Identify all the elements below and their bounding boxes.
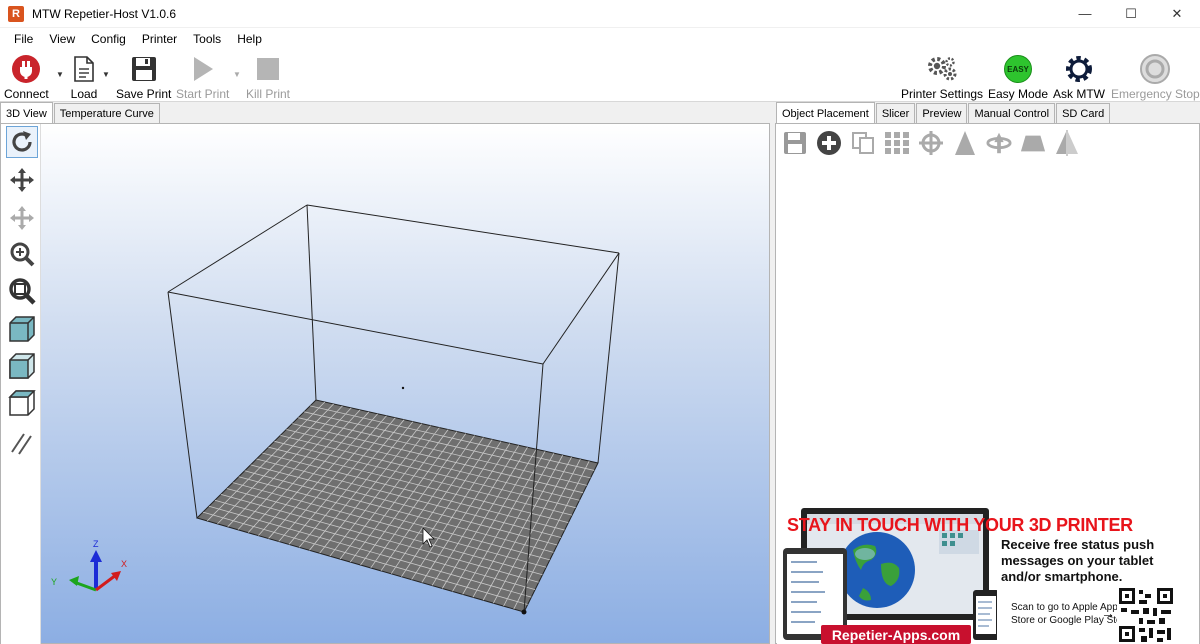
axis-z-label: Z (93, 539, 99, 549)
tab-sd-card[interactable]: SD Card (1056, 103, 1111, 124)
tab-preview[interactable]: Preview (916, 103, 968, 124)
move-icon[interactable] (6, 164, 38, 196)
3d-viewport[interactable]: Y X Z (41, 124, 769, 643)
stop-icon (252, 54, 284, 84)
floppy-disk-icon (128, 54, 160, 84)
axis-y-label: Y (51, 577, 57, 587)
view-top-icon[interactable] (6, 387, 38, 419)
tab-temperature-curve[interactable]: Temperature Curve (53, 103, 160, 124)
zoom-icon[interactable] (6, 238, 38, 270)
menu-view[interactable]: View (41, 32, 83, 46)
load-button[interactable]: Load (68, 54, 100, 101)
ad-headline: STAY IN TOUCH WITH YOUR 3D PRINTER (787, 515, 1133, 535)
app-icon: R (8, 5, 24, 22)
title-bar: R MTW Repetier-Host V1.0.6 — ☐ ✕ (0, 0, 1200, 27)
mirror-object-icon[interactable] (1054, 130, 1080, 156)
print-volume-scene: Y X Z (51, 204, 620, 615)
repetier-apps-ad[interactable]: STAY IN TOUCH WITH YOUR 3D PRINTER Recei… (777, 504, 1199, 644)
tab-object-placement[interactable]: Object Placement (776, 102, 875, 124)
start-print-dropdown-icon[interactable]: ▼ (233, 70, 241, 79)
scale-object-icon[interactable] (952, 130, 978, 156)
object-toolbar (776, 124, 1199, 162)
autoposition-grid-icon[interactable] (884, 130, 910, 156)
add-object-icon[interactable] (816, 130, 842, 156)
center-object-icon[interactable] (918, 130, 944, 156)
view-tools (1, 124, 41, 644)
axis-x-label: X (121, 559, 127, 569)
arrow-right-icon: → (1101, 605, 1115, 621)
menu-help[interactable]: Help (229, 32, 270, 46)
parallel-projection-icon[interactable] (6, 427, 38, 459)
main-toolbar: Connect ▼ Load ▼ Save Print Start Print … (0, 50, 1200, 102)
play-icon (187, 54, 219, 84)
rotate-icon[interactable] (6, 126, 38, 158)
menu-tools[interactable]: Tools (185, 32, 229, 46)
qr-code-icon (1117, 586, 1175, 644)
emergency-stop-button[interactable]: Emergency Stop (1111, 54, 1200, 101)
minimize-button[interactable]: — (1062, 0, 1108, 27)
3d-view-panel: Y X Z (0, 123, 770, 644)
emergency-stop-icon (1139, 54, 1171, 84)
gears-icon (926, 54, 958, 84)
window-title: MTW Repetier-Host V1.0.6 (32, 6, 177, 21)
close-button[interactable]: ✕ (1154, 0, 1200, 27)
document-icon (68, 54, 100, 84)
start-print-button[interactable]: Start Print (176, 54, 229, 101)
cut-object-icon[interactable] (1020, 130, 1046, 156)
zoom-fit-icon[interactable] (6, 275, 38, 307)
view-tabs: 3D View Temperature Curve (0, 102, 161, 124)
axis-gizmo: Y X Z (51, 539, 127, 592)
ad-url-banner[interactable]: Repetier-Apps.com (821, 625, 971, 644)
ad-subtext: Receive free status push messages on you… (1001, 537, 1155, 584)
connect-dropdown-icon[interactable]: ▼ (56, 70, 64, 79)
view-isometric-icon[interactable] (6, 313, 38, 345)
tab-slicer[interactable]: Slicer (875, 103, 916, 124)
object-placement-panel: STAY IN TOUCH WITH YOUR 3D PRINTER Recei… (775, 123, 1200, 644)
move-object-icon[interactable] (6, 202, 38, 234)
tool-tabs: Object Placement Slicer Preview Manual C… (776, 102, 1111, 124)
gear-icon (1063, 54, 1095, 84)
printer-settings-button[interactable]: Printer Settings (901, 54, 983, 101)
save-object-icon[interactable] (782, 130, 808, 156)
load-dropdown-icon[interactable]: ▼ (102, 70, 110, 79)
save-print-button[interactable]: Save Print (116, 54, 171, 101)
kill-print-button[interactable]: Kill Print (246, 54, 290, 101)
rotate-object-icon[interactable] (986, 130, 1012, 156)
menu-file[interactable]: File (6, 32, 41, 46)
tab-3d-view[interactable]: 3D View (0, 102, 53, 124)
tab-manual-control[interactable]: Manual Control (968, 103, 1056, 124)
power-plug-icon (10, 54, 42, 84)
maximize-button[interactable]: ☐ (1108, 0, 1154, 27)
menu-bar: File View Config Printer Tools Help (0, 28, 1200, 50)
menu-printer[interactable]: Printer (134, 32, 185, 46)
connect-button[interactable]: Connect (4, 54, 49, 101)
copy-object-icon[interactable] (850, 130, 876, 156)
easy-mode-icon: EASY (1002, 54, 1034, 84)
ask-mtw-button[interactable]: Ask MTW (1053, 54, 1105, 101)
menu-config[interactable]: Config (83, 32, 134, 46)
easy-mode-button[interactable]: EASY Easy Mode (988, 54, 1048, 101)
view-front-icon[interactable] (6, 350, 38, 382)
